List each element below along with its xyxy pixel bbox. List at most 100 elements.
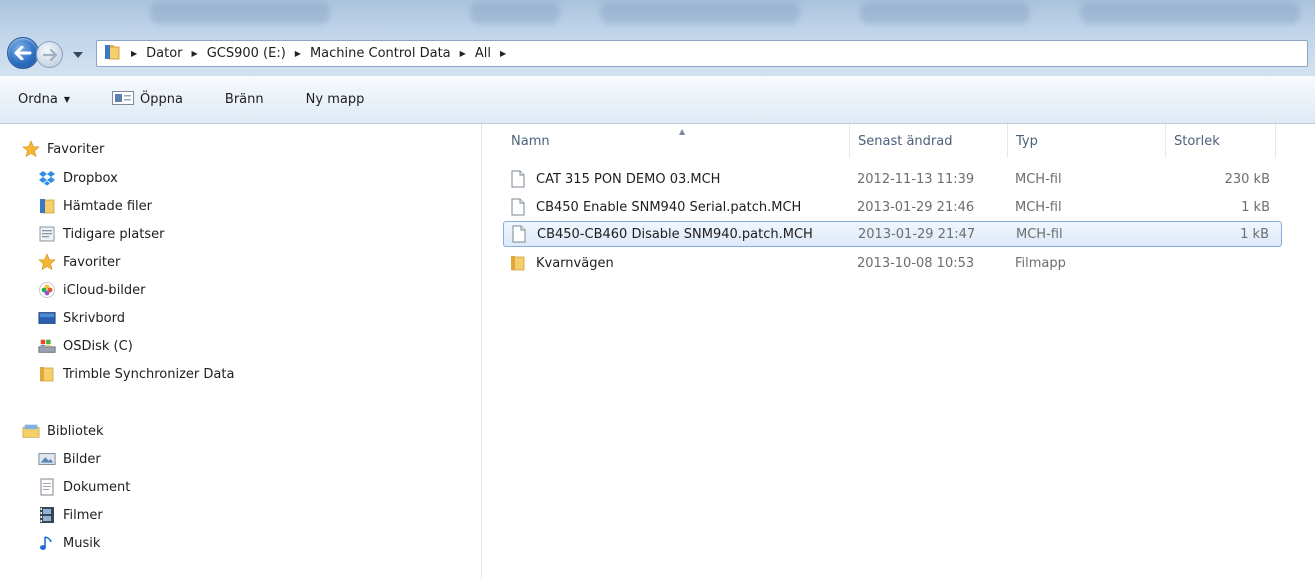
nav-label: Bibliotek bbox=[47, 423, 104, 439]
icloud-photos-icon bbox=[38, 281, 56, 299]
nav-item-desktop[interactable]: Skrivbord bbox=[38, 307, 125, 329]
sort-ascending-icon: ▲ bbox=[679, 127, 686, 136]
file-size: 230 kB bbox=[1224, 171, 1270, 187]
file-name-cell: Kvarnvägen bbox=[509, 253, 614, 273]
breadcrumb-item[interactable]: ▶ All bbox=[451, 46, 491, 61]
chevron-down-icon: ▼ bbox=[63, 95, 70, 104]
forward-arrow-icon bbox=[42, 48, 57, 61]
titlebar-blur bbox=[860, 2, 1030, 24]
file-name: CB450-CB460 Disable SNM940.patch.MCH bbox=[537, 226, 813, 242]
file-type: Filmapp bbox=[1015, 255, 1066, 271]
music-icon bbox=[38, 534, 56, 552]
file-type: MCH-fil bbox=[1015, 199, 1062, 215]
breadcrumb-item[interactable]: ▶ GCS900 (E:) bbox=[183, 46, 286, 61]
nav-item-music[interactable]: Musik bbox=[38, 532, 100, 554]
nav-item-dropbox[interactable]: Dropbox bbox=[38, 167, 118, 189]
nav-item-videos[interactable]: Filmer bbox=[38, 504, 103, 526]
folder-icon bbox=[103, 43, 121, 65]
open-icon bbox=[111, 90, 134, 109]
file-icon bbox=[510, 224, 528, 244]
breadcrumb-label: Dator bbox=[146, 46, 183, 61]
table-row[interactable]: CAT 315 PON DEMO 03.MCH 2012-11-13 11:39… bbox=[503, 166, 1282, 192]
file-type: MCH-fil bbox=[1015, 171, 1062, 187]
nav-label: Favoriter bbox=[63, 254, 121, 270]
nav-item-icloud-photos[interactable]: iCloud-bilder bbox=[38, 279, 146, 301]
column-header-modified[interactable]: Senast ändrad bbox=[850, 124, 1008, 158]
new-folder-button[interactable]: Ny mapp bbox=[300, 88, 371, 111]
nav-label: Dokument bbox=[63, 479, 131, 495]
organize-button[interactable]: Ordna ▼ bbox=[12, 88, 76, 111]
nav-item-documents[interactable]: Dokument bbox=[38, 476, 130, 498]
nav-label: Trimble Synchronizer Data bbox=[63, 366, 235, 382]
file-icon bbox=[509, 197, 527, 217]
burn-button[interactable]: Bränn bbox=[219, 88, 270, 111]
file-modified: 2013-01-29 21:47 bbox=[858, 226, 976, 242]
new-folder-label: Ny mapp bbox=[305, 92, 365, 107]
open-label: Öppna bbox=[139, 92, 183, 107]
file-size: 1 kB bbox=[1241, 199, 1270, 215]
nav-label: Tidigare platser bbox=[63, 226, 165, 242]
breadcrumb-chevron[interactable]: ▶ bbox=[491, 49, 515, 58]
star-icon bbox=[38, 253, 56, 271]
column-label: Senast ändrad bbox=[858, 133, 953, 149]
column-header-size[interactable]: Storlek bbox=[1166, 124, 1276, 158]
file-name: CAT 315 PON DEMO 03.MCH bbox=[536, 171, 721, 187]
address-bar[interactable]: ▶ Dator ▶ GCS900 (E:) ▶ Machine Control Dat… bbox=[96, 40, 1308, 67]
file-name: Kvarnvägen bbox=[536, 255, 614, 271]
nav-libraries-header[interactable]: Bibliotek bbox=[22, 420, 104, 442]
breadcrumb-label: Machine Control Data bbox=[309, 46, 451, 61]
column-label: Namn bbox=[511, 133, 550, 149]
dropbox-icon bbox=[38, 169, 56, 187]
column-header-name[interactable]: Namn ▲ bbox=[503, 124, 850, 158]
file-type: MCH-fil bbox=[1016, 226, 1063, 242]
nav-label: Musik bbox=[63, 535, 101, 551]
nav-item-recent-places[interactable]: Tidigare platser bbox=[38, 223, 164, 245]
nav-item-trimble-sync[interactable]: Trimble Synchronizer Data bbox=[38, 363, 234, 385]
breadcrumb-item[interactable]: ▶ Machine Control Data bbox=[286, 46, 451, 61]
documents-icon bbox=[38, 478, 56, 496]
videos-icon bbox=[38, 506, 56, 524]
file-modified: 2013-10-08 10:53 bbox=[857, 255, 975, 271]
nav-label: Bilder bbox=[63, 451, 101, 467]
desktop-icon bbox=[38, 309, 56, 327]
file-modified: 2012-11-13 11:39 bbox=[857, 171, 975, 187]
table-row-selected[interactable]: CB450-CB460 Disable SNM940.patch.MCH 201… bbox=[503, 221, 1282, 247]
back-button[interactable] bbox=[7, 37, 39, 69]
downloads-folder-icon bbox=[38, 197, 56, 215]
libraries-icon bbox=[22, 422, 40, 440]
pictures-icon bbox=[38, 450, 56, 468]
nav-item-downloads[interactable]: Hämtade filer bbox=[38, 195, 152, 217]
nav-label: OSDisk (C) bbox=[63, 338, 133, 354]
chevron-down-icon bbox=[73, 52, 83, 58]
drive-icon bbox=[38, 337, 56, 355]
nav-label: Hämtade filer bbox=[63, 198, 152, 214]
column-header-type[interactable]: Typ bbox=[1008, 124, 1166, 158]
back-arrow-icon bbox=[14, 46, 32, 60]
forward-button[interactable] bbox=[36, 41, 63, 68]
file-modified: 2013-01-29 21:46 bbox=[857, 199, 975, 215]
window-titlebar: ▶ Dator ▶ GCS900 (E:) ▶ Machine Control Dat… bbox=[0, 0, 1315, 76]
nav-label: iCloud-bilder bbox=[63, 282, 146, 298]
nav-item-pictures[interactable]: Bilder bbox=[38, 448, 101, 470]
table-row[interactable]: CB450 Enable SNM940 Serial.patch.MCH 201… bbox=[503, 194, 1282, 220]
recent-pages-button[interactable] bbox=[65, 47, 91, 63]
breadcrumb-label: GCS900 (E:) bbox=[206, 46, 286, 61]
command-bar: Ordna ▼ Öppna Bränn Ny mapp bbox=[0, 76, 1315, 124]
breadcrumb-label: All bbox=[474, 46, 491, 61]
file-name: CB450 Enable SNM940 Serial.patch.MCH bbox=[536, 199, 802, 215]
table-row[interactable]: Kvarnvägen 2013-10-08 10:53 Filmapp bbox=[503, 250, 1282, 276]
breadcrumb-item[interactable]: ▶ Dator bbox=[129, 46, 183, 61]
nav-item-favorites[interactable]: Favoriter bbox=[38, 251, 120, 273]
nav-favorites-header[interactable]: Favoriter bbox=[22, 138, 104, 160]
nav-label: Skrivbord bbox=[63, 310, 126, 326]
open-button[interactable]: Öppna bbox=[106, 87, 189, 113]
file-name-cell: CB450 Enable SNM940 Serial.patch.MCH bbox=[509, 197, 801, 217]
file-size: 1 kB bbox=[1240, 226, 1269, 242]
nav-item-osdisk[interactable]: OSDisk (C) bbox=[38, 335, 133, 357]
folder-icon bbox=[38, 365, 56, 383]
column-label: Typ bbox=[1016, 133, 1038, 149]
titlebar-blur bbox=[150, 2, 330, 24]
file-name-cell: CB450-CB460 Disable SNM940.patch.MCH bbox=[510, 224, 813, 244]
file-list: Namn ▲ Senast ändrad Typ Storlek CAT 315… bbox=[483, 124, 1315, 579]
nav-label: Filmer bbox=[63, 507, 103, 523]
